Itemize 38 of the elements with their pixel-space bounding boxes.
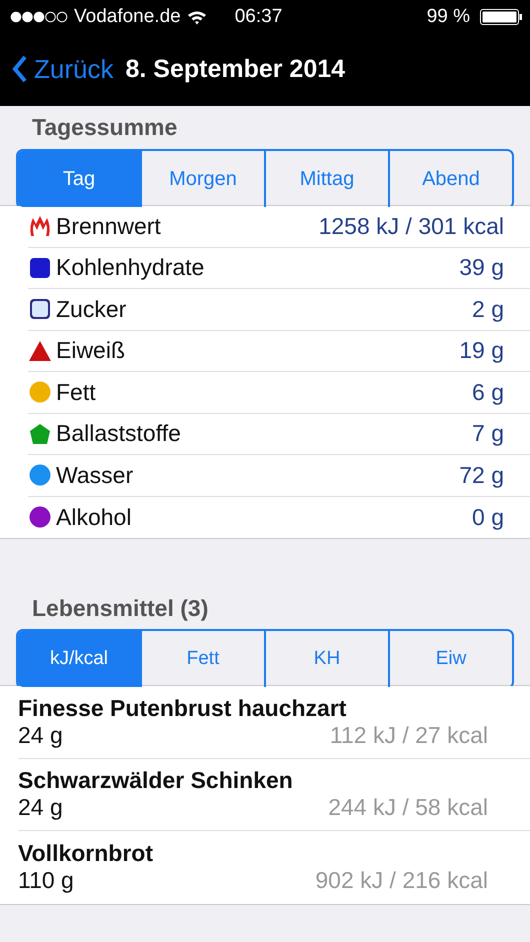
nav-title: 8. September 2014 bbox=[125, 54, 346, 84]
food-energy: 244 kJ / 58 kcal bbox=[328, 794, 488, 822]
nutrient-name: Ballaststoffe bbox=[56, 420, 182, 448]
nutrient-value: 19 g bbox=[459, 337, 504, 364]
wifi-icon bbox=[186, 10, 207, 24]
food-name: Vollkornbrot bbox=[18, 840, 154, 868]
food-amount: 24 g bbox=[18, 794, 63, 822]
section-header: Lebensmittel (3) bbox=[31, 594, 210, 621]
clock-time: 06:37 bbox=[234, 6, 282, 28]
food-name: Schwarzwälder Schinken bbox=[18, 767, 294, 794]
food-amount: 24 g bbox=[18, 722, 63, 749]
nutrient-value: 7 g bbox=[472, 420, 504, 448]
carrier-name: Vodafone.de bbox=[74, 6, 181, 28]
nutrient-name: Alkohol bbox=[56, 504, 132, 531]
nutrient-name: Fett bbox=[56, 378, 97, 406]
food-name: Finesse Putenbrust hauchzart bbox=[18, 694, 348, 722]
segment-tab[interactable]: kJ/kcal bbox=[18, 631, 140, 687]
section-header: Tagessumme bbox=[31, 113, 178, 141]
food-amount: 110 g bbox=[18, 867, 74, 894]
nutrient-name: Eiweiß bbox=[56, 337, 126, 364]
nutrient-name: Wasser bbox=[56, 462, 134, 489]
chevron-left-icon bbox=[12, 55, 28, 83]
nutrient-value: 2 g bbox=[472, 296, 504, 323]
food-energy: 902 kJ / 216 kcal bbox=[315, 867, 488, 894]
nutrient-value: 0 g bbox=[472, 504, 504, 531]
food-energy: 112 kJ / 27 kcal bbox=[330, 722, 488, 749]
nutrient-value: 1258 kJ / 301 kcal bbox=[318, 212, 504, 240]
nutrient-name: Kohlenhydrate bbox=[56, 254, 206, 282]
nutrient-value: 72 g bbox=[459, 462, 504, 489]
nutrient-value: 39 g bbox=[459, 254, 504, 282]
nutrient-name: Zucker bbox=[56, 296, 128, 323]
back-button[interactable]: Zurück bbox=[12, 54, 114, 84]
segment-tab[interactable]: Tag bbox=[18, 151, 140, 207]
battery-icon bbox=[480, 9, 522, 25]
nutrient-value: 6 g bbox=[472, 378, 504, 406]
battery-percent: 99 % bbox=[426, 6, 470, 28]
signal-icon bbox=[10, 11, 68, 23]
nutrient-name: Brennwert bbox=[56, 212, 162, 240]
